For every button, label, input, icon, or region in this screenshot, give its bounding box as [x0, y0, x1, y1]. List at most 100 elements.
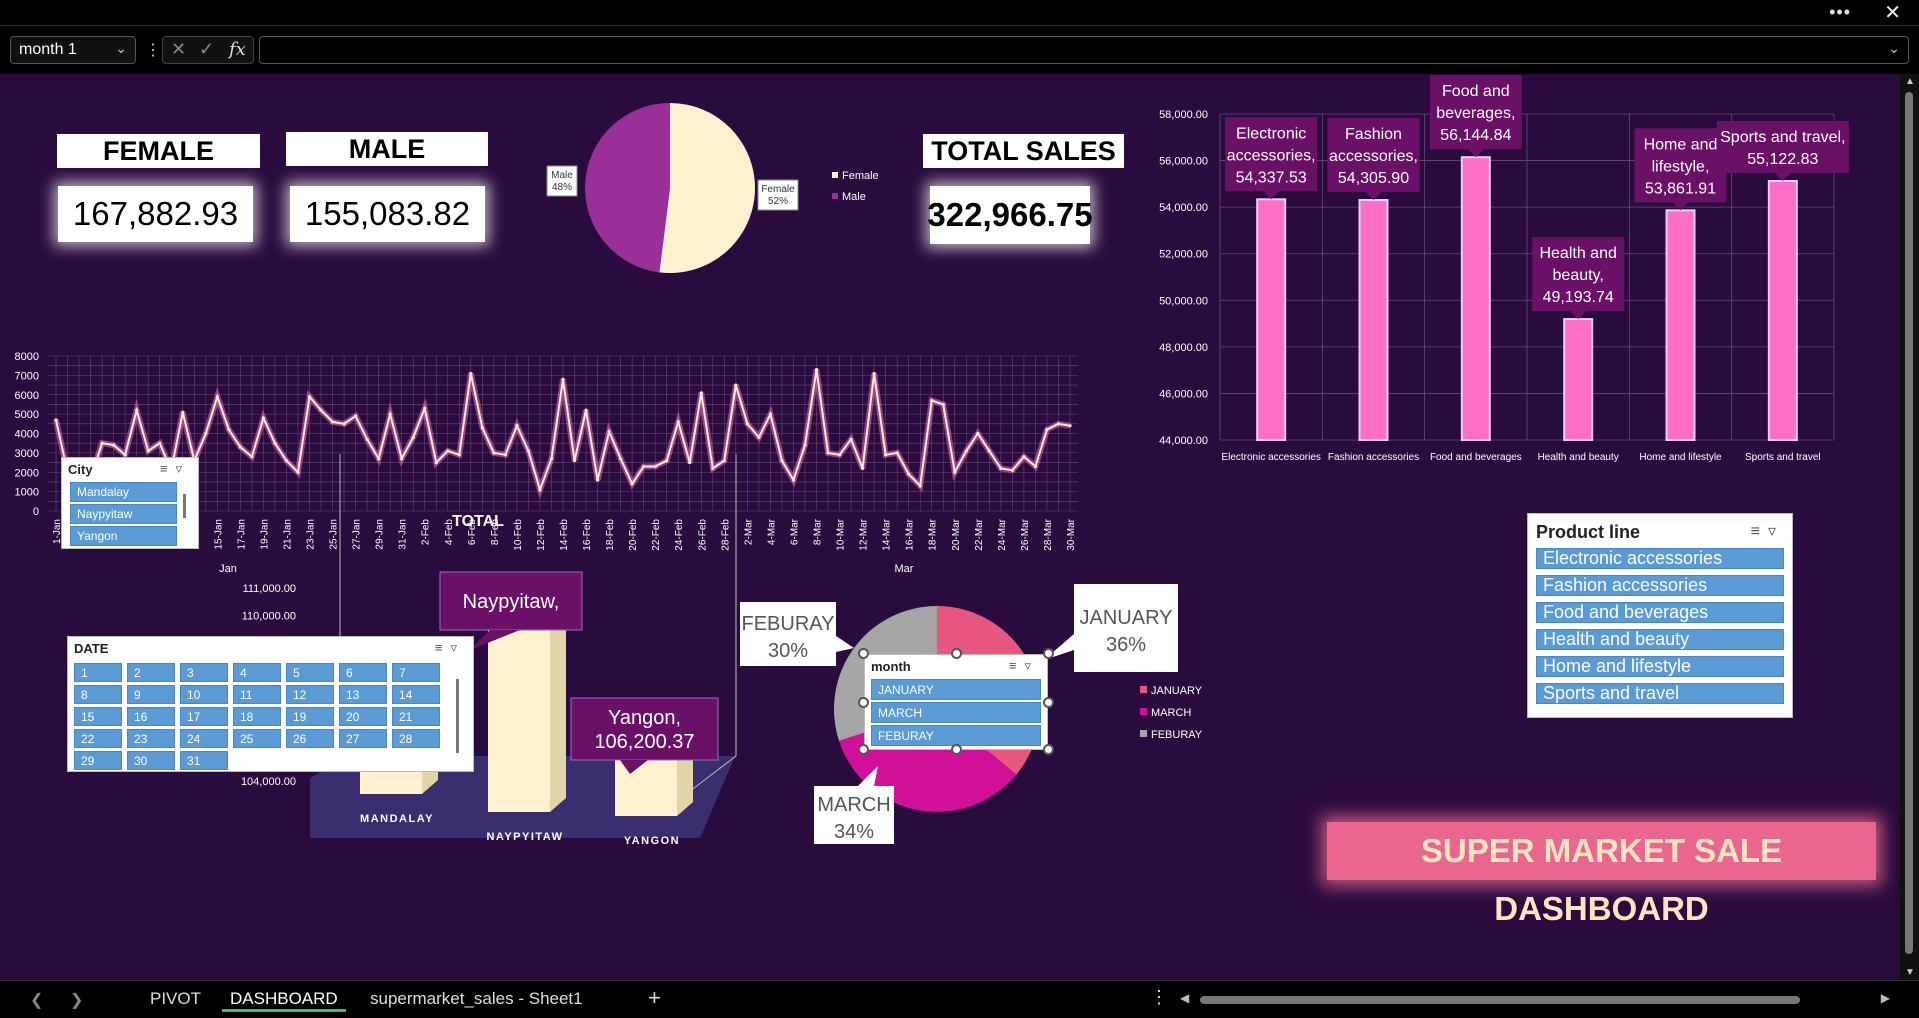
multi-select-icon[interactable]: ≡: [1751, 523, 1768, 540]
scroll-thumb[interactable]: [1905, 92, 1913, 954]
slicer-item[interactable]: 3: [180, 663, 228, 682]
male-value: 155,083.82: [290, 186, 485, 242]
slicer-item[interactable]: 12: [286, 685, 334, 704]
data-label-text: 36%: [1106, 634, 1146, 656]
slicer-item[interactable]: 23: [127, 729, 175, 748]
kebab-icon[interactable]: ⋮: [145, 40, 161, 60]
slicer-title: month: [871, 659, 911, 674]
scrollbar[interactable]: [183, 494, 186, 518]
clear-filter-icon[interactable]: ▿: [1768, 523, 1784, 540]
slicer-item[interactable]: 16: [127, 707, 175, 726]
scroll-up-icon[interactable]: ▲: [1905, 76, 1915, 87]
resize-handle[interactable]: [1043, 744, 1054, 755]
slicer-item[interactable]: 19: [286, 707, 334, 726]
month-slicer[interactable]: month ≡▿ JANUARY MARCH FEBURAY: [864, 654, 1048, 750]
slicer-item[interactable]: 6: [339, 663, 387, 682]
vertical-scrollbar[interactable]: ▲ ▼: [1900, 74, 1919, 980]
resize-handle[interactable]: [858, 648, 869, 659]
multi-select-icon[interactable]: ≡: [1009, 658, 1025, 673]
slicer-item[interactable]: 4: [233, 663, 281, 682]
city-slicer[interactable]: City ≡▿ Mandalay Naypyitaw Yangon: [61, 457, 199, 549]
slicer-item[interactable]: 27: [339, 729, 387, 748]
slicer-item[interactable]: Mandalay: [70, 482, 177, 502]
slicer-item[interactable]: 11: [233, 685, 281, 704]
resize-handle[interactable]: [1043, 697, 1054, 708]
slicer-item[interactable]: 14: [392, 685, 440, 704]
resize-handle[interactable]: [951, 648, 962, 659]
slicer-item[interactable]: 30: [127, 751, 175, 770]
resize-handle[interactable]: [858, 744, 869, 755]
slicer-item[interactable]: Sports and travel: [1536, 683, 1784, 704]
scroll-thumb[interactable]: [1200, 996, 1800, 1004]
resize-handle[interactable]: [858, 697, 869, 708]
slicer-item[interactable]: 13: [339, 685, 387, 704]
slicer-item[interactable]: 18: [233, 707, 281, 726]
slicer-item[interactable]: 21: [392, 707, 440, 726]
data-point: [135, 408, 139, 412]
tab-dashboard[interactable]: DASHBOARD: [222, 989, 346, 1012]
slicer-item[interactable]: 28: [392, 729, 440, 748]
add-sheet-icon[interactable]: +: [648, 985, 661, 1011]
prev-sheet-icon[interactable]: ❮: [30, 990, 43, 1010]
tab-options-icon[interactable]: ⋮: [1150, 987, 1168, 1008]
slicer-item[interactable]: FEBURAY: [871, 725, 1041, 746]
gender-pie-chart[interactable]: Female52%Male48%FemaleMale: [540, 74, 890, 304]
slicer-item[interactable]: 8: [74, 685, 122, 704]
slicer-item[interactable]: 29: [74, 751, 122, 770]
y-tick-label: 54,000.00: [1159, 202, 1208, 214]
slicer-item[interactable]: 5: [286, 663, 334, 682]
tab-supermarket-sales[interactable]: supermarket_sales - Sheet1: [370, 989, 583, 1009]
clear-filter-icon[interactable]: ▿: [175, 461, 190, 476]
slicer-item[interactable]: 26: [286, 729, 334, 748]
slicer-item[interactable]: MARCH: [871, 702, 1041, 723]
formula-input[interactable]: ⌄: [259, 36, 1909, 64]
slicer-item[interactable]: 15: [74, 707, 122, 726]
slicer-item[interactable]: Health and beauty: [1536, 629, 1784, 650]
slicer-item[interactable]: 20: [339, 707, 387, 726]
product-line-bar-chart[interactable]: 58,000.00 56,000.00 54,000.00 52,000.00 50,0…: [1140, 74, 1900, 474]
product-line-slicer[interactable]: Product line ≡▿ Electronic accessories F…: [1527, 513, 1793, 718]
slicer-item[interactable]: Yangon: [70, 526, 177, 546]
chevron-down-icon[interactable]: ⌄: [1888, 40, 1900, 57]
scrollbar[interactable]: [456, 679, 459, 753]
close-icon[interactable]: ✕: [1884, 0, 1901, 25]
slicer-item[interactable]: 17: [180, 707, 228, 726]
scroll-down-icon[interactable]: ▼: [1905, 967, 1915, 978]
chevron-down-icon[interactable]: ⌄: [115, 40, 127, 57]
next-sheet-icon[interactable]: ❯: [70, 990, 83, 1010]
scroll-right-icon[interactable]: ▶: [1881, 991, 1890, 1005]
data-point: [158, 441, 162, 445]
resize-handle[interactable]: [1043, 648, 1054, 659]
more-options-icon[interactable]: •••: [1829, 2, 1851, 23]
tab-pivot[interactable]: PIVOT: [150, 989, 201, 1009]
slicer-item[interactable]: 24: [180, 729, 228, 748]
clear-filter-icon[interactable]: ▿: [1024, 658, 1039, 673]
slicer-item[interactable]: 31: [180, 751, 228, 770]
multi-select-icon[interactable]: ≡: [435, 640, 451, 655]
multi-select-icon[interactable]: ≡: [160, 461, 176, 476]
slicer-item[interactable]: 10: [180, 685, 228, 704]
gender-pie-slice: [659, 103, 756, 273]
scroll-left-icon[interactable]: ◀: [1180, 991, 1189, 1005]
slicer-item[interactable]: 9: [127, 685, 175, 704]
slicer-item[interactable]: 25: [233, 729, 281, 748]
slicer-item[interactable]: Home and lifestyle: [1536, 656, 1784, 677]
horizontal-scrollbar[interactable]: ◀ ▶: [1180, 991, 1890, 1007]
cancel-icon[interactable]: ✕: [171, 39, 186, 60]
slicer-item[interactable]: 1: [74, 663, 122, 682]
slicer-item[interactable]: 7: [392, 663, 440, 682]
resize-handle[interactable]: [951, 744, 962, 755]
clear-filter-icon[interactable]: ▿: [450, 640, 465, 655]
date-slicer[interactable]: DATE ≡▿ 1 2 3 4 5 6 7 8 9 10 11 12 13 14 15 16 17 18 19 20 2…: [67, 636, 474, 772]
slicer-item[interactable]: JANUARY: [871, 679, 1041, 700]
slicer-item[interactable]: 2: [127, 663, 175, 682]
slicer-item[interactable]: Food and beverages: [1536, 602, 1784, 623]
slicer-item[interactable]: 22: [74, 729, 122, 748]
fx-icon[interactable]: fx: [229, 39, 246, 60]
name-box[interactable]: month 1 ⌄: [10, 36, 136, 64]
slicer-item[interactable]: Electronic accessories: [1536, 548, 1784, 569]
city-bar-chart[interactable]: 111,000.00110,000.00109,000.00108,000.00…: [220, 374, 740, 874]
slicer-item[interactable]: Naypyitaw: [70, 504, 177, 524]
slicer-item[interactable]: Fashion accessories: [1536, 575, 1784, 596]
check-icon[interactable]: ✓: [199, 39, 214, 60]
